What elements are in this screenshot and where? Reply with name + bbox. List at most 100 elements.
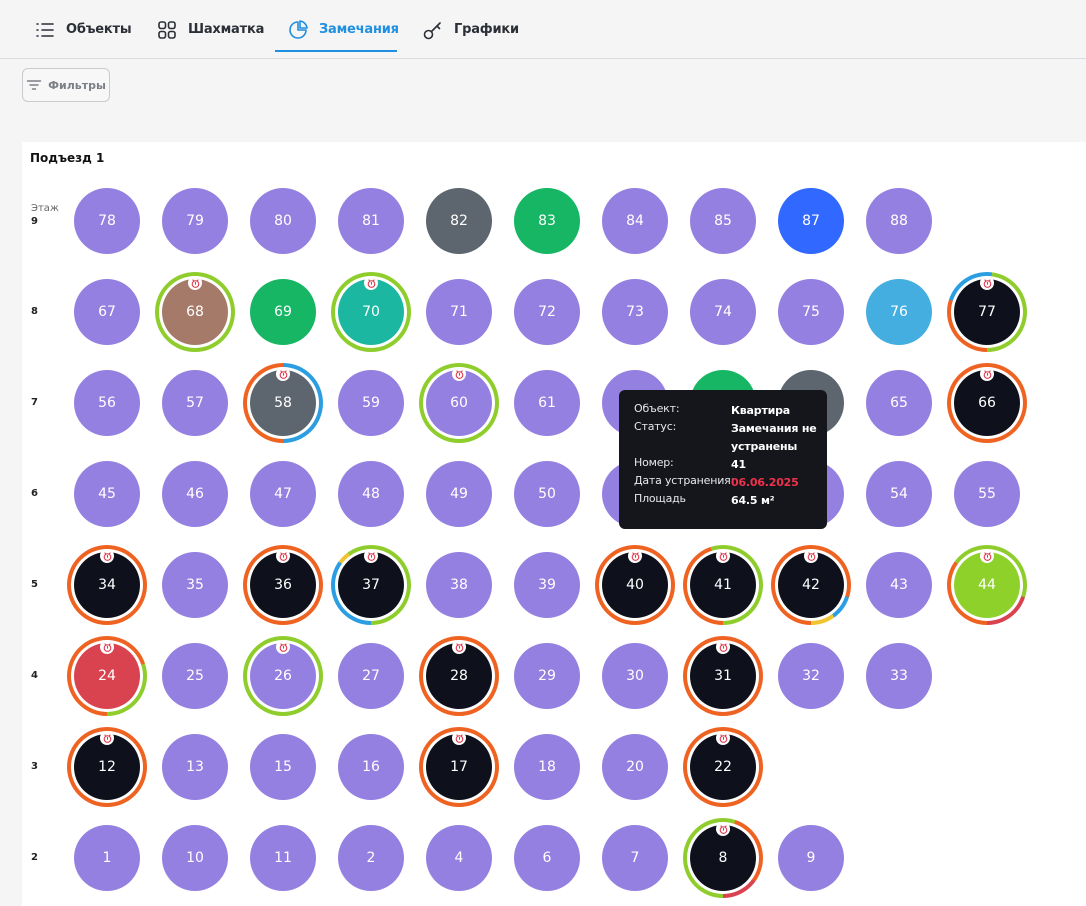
floor-number: 8 <box>31 306 38 317</box>
apartment-cell[interactable]: 56 <box>67 363 147 443</box>
apartment-cell[interactable]: 25 <box>155 636 235 716</box>
tooltip-value: Квартира <box>731 404 791 417</box>
apartment-cell[interactable]: 87 <box>771 181 851 261</box>
apartment-cell[interactable]: 50 <box>507 454 587 534</box>
apartment-cell[interactable]: 17 <box>419 727 499 807</box>
apartment-number: 75 <box>802 304 820 320</box>
apartment-cell[interactable]: 60 <box>419 363 499 443</box>
apartment-number: 66 <box>978 395 996 411</box>
apartment-number: 10 <box>186 850 204 866</box>
apartment-cell[interactable]: 8 <box>683 818 763 898</box>
apartment-cell[interactable]: 55 <box>947 454 1027 534</box>
apartment-cell[interactable]: 78 <box>67 181 147 261</box>
apartment-cell[interactable]: 26 <box>243 636 323 716</box>
apartment-cell[interactable]: 61 <box>507 363 587 443</box>
floor-label: 5 <box>31 579 38 590</box>
apartment-cell[interactable]: 1 <box>67 818 147 898</box>
tooltip-row: Номер: 41 <box>634 456 827 474</box>
apartment-cell[interactable]: 49 <box>419 454 499 534</box>
apartment-cell[interactable]: 38 <box>419 545 499 625</box>
apartment-cell[interactable]: 12 <box>67 727 147 807</box>
apartment-number: 80 <box>274 213 292 229</box>
apartment-cell[interactable]: 46 <box>155 454 235 534</box>
apartment-cell[interactable]: 13 <box>155 727 235 807</box>
apartment-cell[interactable]: 71 <box>419 272 499 352</box>
apartment-number: 17 <box>450 759 468 775</box>
apartment-cell[interactable]: 88 <box>859 181 939 261</box>
apartment-cell[interactable]: 65 <box>859 363 939 443</box>
apartment-cell[interactable]: 79 <box>155 181 235 261</box>
apartment-cell[interactable]: 33 <box>859 636 939 716</box>
apartment-cell[interactable]: 6 <box>507 818 587 898</box>
apartment-cell[interactable]: 77 <box>947 272 1027 352</box>
apartment-cell[interactable]: 9 <box>771 818 851 898</box>
apartment-cell[interactable]: 22 <box>683 727 763 807</box>
apartment-cell[interactable]: 36 <box>243 545 323 625</box>
tab-charts-label: Графики <box>454 22 519 37</box>
apartment-cell[interactable]: 30 <box>595 636 675 716</box>
apartment-number: 87 <box>802 213 820 229</box>
apartment-cell[interactable]: 82 <box>419 181 499 261</box>
tooltip-key: Статус: <box>634 420 677 433</box>
apartment-cell[interactable]: 35 <box>155 545 235 625</box>
apartment-cell[interactable]: 47 <box>243 454 323 534</box>
apartment-cell[interactable]: 58 <box>243 363 323 443</box>
apartment-cell[interactable]: 76 <box>859 272 939 352</box>
pie-chart-icon <box>287 19 309 41</box>
apartment-cell[interactable]: 57 <box>155 363 235 443</box>
apartment-number: 27 <box>362 668 380 684</box>
tab-charts[interactable]: Графики <box>422 0 519 59</box>
apartment-cell[interactable]: 28 <box>419 636 499 716</box>
apartment-cell[interactable]: 59 <box>331 363 411 443</box>
apartment-cell[interactable]: 85 <box>683 181 763 261</box>
apartment-number: 32 <box>802 668 820 684</box>
apartment-cell[interactable]: 31 <box>683 636 763 716</box>
apartment-cell[interactable]: 37 <box>331 545 411 625</box>
apartment-cell[interactable]: 2 <box>331 818 411 898</box>
apartment-cell[interactable]: 72 <box>507 272 587 352</box>
apartment-cell[interactable]: 42 <box>771 545 851 625</box>
apartment-number: 58 <box>274 395 292 411</box>
apartment-cell[interactable]: 44 <box>947 545 1027 625</box>
apartment-cell[interactable]: 15 <box>243 727 323 807</box>
apartment-cell[interactable]: 39 <box>507 545 587 625</box>
filters-button[interactable]: Фильтры <box>22 68 110 102</box>
apartment-cell[interactable]: 45 <box>67 454 147 534</box>
apartment-cell[interactable]: 73 <box>595 272 675 352</box>
apartment-cell[interactable]: 40 <box>595 545 675 625</box>
apartment-cell[interactable]: 48 <box>331 454 411 534</box>
apartment-cell[interactable]: 18 <box>507 727 587 807</box>
apartment-cell[interactable]: 32 <box>771 636 851 716</box>
apartment-cell[interactable]: 74 <box>683 272 763 352</box>
tab-remarks[interactable]: Замечания <box>275 0 399 59</box>
apartment-cell[interactable]: 27 <box>331 636 411 716</box>
apartment-cell[interactable]: 16 <box>331 727 411 807</box>
apartment-cell[interactable]: 84 <box>595 181 675 261</box>
apartment-number: 49 <box>450 486 468 502</box>
tab-remarks-label: Замечания <box>319 22 399 37</box>
apartment-cell[interactable]: 4 <box>419 818 499 898</box>
apartment-number: 8 <box>718 850 728 866</box>
tab-objects[interactable]: Объекты <box>34 0 132 59</box>
apartment-cell[interactable]: 24 <box>67 636 147 716</box>
apartment-cell[interactable]: 41 <box>683 545 763 625</box>
apartment-cell[interactable]: 10 <box>155 818 235 898</box>
apartment-cell[interactable]: 34 <box>67 545 147 625</box>
tab-chessboard[interactable]: Шахматка <box>156 0 264 59</box>
apartment-cell[interactable]: 54 <box>859 454 939 534</box>
apartment-cell[interactable]: 70 <box>331 272 411 352</box>
apartment-cell[interactable]: 69 <box>243 272 323 352</box>
apartment-cell[interactable]: 68 <box>155 272 235 352</box>
apartment-cell[interactable]: 20 <box>595 727 675 807</box>
apartment-cell[interactable]: 81 <box>331 181 411 261</box>
apartment-cell[interactable]: 7 <box>595 818 675 898</box>
apartment-cell[interactable]: 29 <box>507 636 587 716</box>
apartment-cell[interactable]: 43 <box>859 545 939 625</box>
apartment-cell[interactable]: 80 <box>243 181 323 261</box>
apartment-cell[interactable]: 67 <box>67 272 147 352</box>
apartment-cell[interactable]: 11 <box>243 818 323 898</box>
apartment-cell[interactable]: 66 <box>947 363 1027 443</box>
apartment-cell[interactable]: 83 <box>507 181 587 261</box>
apartment-number: 71 <box>450 304 468 320</box>
apartment-cell[interactable]: 75 <box>771 272 851 352</box>
